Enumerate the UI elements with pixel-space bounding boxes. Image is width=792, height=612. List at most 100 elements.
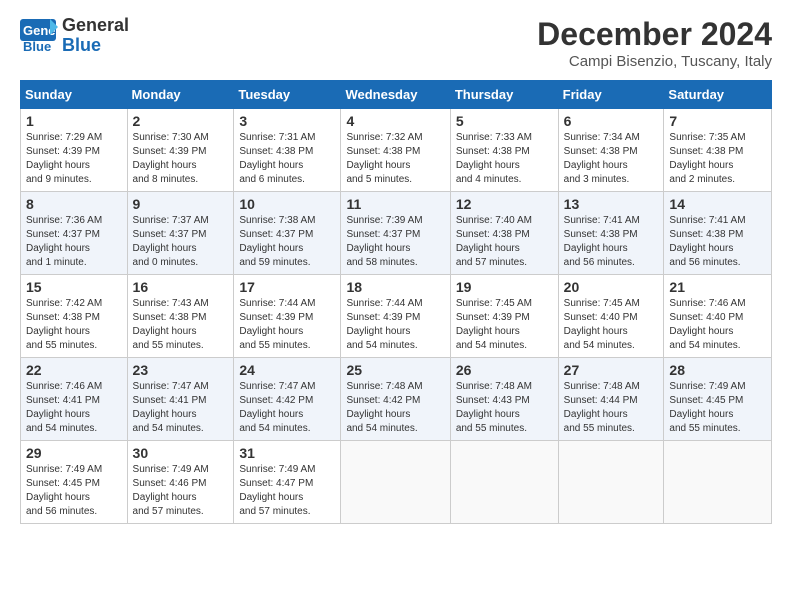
day-info: Sunrise: 7:40 AMSunset: 4:38 PMDaylight …	[456, 215, 532, 268]
calendar-cell: 12 Sunrise: 7:40 AMSunset: 4:38 PMDaylig…	[450, 192, 558, 275]
day-number: 30	[133, 445, 229, 461]
day-info: Sunrise: 7:46 AMSunset: 4:41 PMDaylight …	[26, 381, 102, 434]
calendar-cell: 4 Sunrise: 7:32 AMSunset: 4:38 PMDayligh…	[341, 109, 450, 192]
day-number: 11	[346, 196, 444, 212]
day-info: Sunrise: 7:35 AMSunset: 4:38 PMDaylight …	[669, 132, 745, 185]
day-number: 28	[669, 362, 766, 378]
calendar-cell: 18 Sunrise: 7:44 AMSunset: 4:39 PMDaylig…	[341, 275, 450, 358]
calendar-cell: 24 Sunrise: 7:47 AMSunset: 4:42 PMDaylig…	[234, 358, 341, 441]
calendar-cell: 30 Sunrise: 7:49 AMSunset: 4:46 PMDaylig…	[127, 441, 234, 524]
calendar-cell: 31 Sunrise: 7:49 AMSunset: 4:47 PMDaylig…	[234, 441, 341, 524]
day-number: 12	[456, 196, 553, 212]
calendar-week-3: 15 Sunrise: 7:42 AMSunset: 4:38 PMDaylig…	[21, 275, 772, 358]
day-info: Sunrise: 7:34 AMSunset: 4:38 PMDaylight …	[564, 132, 640, 185]
calendar-cell: 6 Sunrise: 7:34 AMSunset: 4:38 PMDayligh…	[558, 109, 664, 192]
calendar-body: 1 Sunrise: 7:29 AMSunset: 4:39 PMDayligh…	[21, 109, 772, 524]
location: Campi Bisenzio, Tuscany, Italy	[537, 53, 772, 70]
header-monday: Monday	[127, 81, 234, 109]
month-title: December 2024	[537, 16, 772, 53]
svg-text:Blue: Blue	[23, 39, 51, 53]
day-number: 16	[133, 279, 229, 295]
day-number: 19	[456, 279, 553, 295]
calendar-cell	[664, 441, 772, 524]
calendar-cell: 7 Sunrise: 7:35 AMSunset: 4:38 PMDayligh…	[664, 109, 772, 192]
day-info: Sunrise: 7:49 AMSunset: 4:46 PMDaylight …	[133, 464, 209, 517]
calendar-cell: 14 Sunrise: 7:41 AMSunset: 4:38 PMDaylig…	[664, 192, 772, 275]
day-number: 10	[239, 196, 335, 212]
day-header-row: Sunday Monday Tuesday Wednesday Thursday…	[21, 81, 772, 109]
logo: General Blue General Blue	[20, 16, 129, 56]
calendar-cell	[558, 441, 664, 524]
calendar-cell: 8 Sunrise: 7:36 AMSunset: 4:37 PMDayligh…	[21, 192, 128, 275]
day-number: 20	[564, 279, 659, 295]
day-info: Sunrise: 7:30 AMSunset: 4:39 PMDaylight …	[133, 132, 209, 185]
day-info: Sunrise: 7:45 AMSunset: 4:39 PMDaylight …	[456, 298, 532, 351]
logo-blue: Blue	[62, 36, 129, 56]
calendar-cell: 16 Sunrise: 7:43 AMSunset: 4:38 PMDaylig…	[127, 275, 234, 358]
header-tuesday: Tuesday	[234, 81, 341, 109]
header-saturday: Saturday	[664, 81, 772, 109]
calendar-cell: 13 Sunrise: 7:41 AMSunset: 4:38 PMDaylig…	[558, 192, 664, 275]
day-number: 15	[26, 279, 122, 295]
calendar-cell: 21 Sunrise: 7:46 AMSunset: 4:40 PMDaylig…	[664, 275, 772, 358]
day-info: Sunrise: 7:47 AMSunset: 4:41 PMDaylight …	[133, 381, 209, 434]
calendar-cell: 27 Sunrise: 7:48 AMSunset: 4:44 PMDaylig…	[558, 358, 664, 441]
day-info: Sunrise: 7:48 AMSunset: 4:44 PMDaylight …	[564, 381, 640, 434]
calendar-cell: 10 Sunrise: 7:38 AMSunset: 4:37 PMDaylig…	[234, 192, 341, 275]
calendar-cell: 22 Sunrise: 7:46 AMSunset: 4:41 PMDaylig…	[21, 358, 128, 441]
day-info: Sunrise: 7:39 AMSunset: 4:37 PMDaylight …	[346, 215, 422, 268]
day-number: 5	[456, 113, 553, 129]
day-number: 26	[456, 362, 553, 378]
day-info: Sunrise: 7:43 AMSunset: 4:38 PMDaylight …	[133, 298, 209, 351]
day-number: 9	[133, 196, 229, 212]
day-number: 24	[239, 362, 335, 378]
day-info: Sunrise: 7:41 AMSunset: 4:38 PMDaylight …	[669, 215, 745, 268]
calendar-week-2: 8 Sunrise: 7:36 AMSunset: 4:37 PMDayligh…	[21, 192, 772, 275]
day-info: Sunrise: 7:44 AMSunset: 4:39 PMDaylight …	[239, 298, 315, 351]
day-info: Sunrise: 7:29 AMSunset: 4:39 PMDaylight …	[26, 132, 102, 185]
calendar-cell: 15 Sunrise: 7:42 AMSunset: 4:38 PMDaylig…	[21, 275, 128, 358]
day-info: Sunrise: 7:49 AMSunset: 4:47 PMDaylight …	[239, 464, 315, 517]
day-number: 2	[133, 113, 229, 129]
day-info: Sunrise: 7:38 AMSunset: 4:37 PMDaylight …	[239, 215, 315, 268]
day-number: 27	[564, 362, 659, 378]
day-number: 21	[669, 279, 766, 295]
page-container: General Blue General Blue December 2024 …	[0, 0, 792, 534]
calendar-cell: 25 Sunrise: 7:48 AMSunset: 4:42 PMDaylig…	[341, 358, 450, 441]
day-info: Sunrise: 7:31 AMSunset: 4:38 PMDaylight …	[239, 132, 315, 185]
header: General Blue General Blue December 2024 …	[20, 16, 772, 70]
day-number: 31	[239, 445, 335, 461]
day-info: Sunrise: 7:49 AMSunset: 4:45 PMDaylight …	[669, 381, 745, 434]
day-info: Sunrise: 7:46 AMSunset: 4:40 PMDaylight …	[669, 298, 745, 351]
calendar-week-4: 22 Sunrise: 7:46 AMSunset: 4:41 PMDaylig…	[21, 358, 772, 441]
day-number: 23	[133, 362, 229, 378]
title-block: December 2024 Campi Bisenzio, Tuscany, I…	[537, 16, 772, 70]
day-info: Sunrise: 7:41 AMSunset: 4:38 PMDaylight …	[564, 215, 640, 268]
day-info: Sunrise: 7:49 AMSunset: 4:45 PMDaylight …	[26, 464, 102, 517]
logo-icon: General Blue	[20, 19, 58, 53]
day-number: 4	[346, 113, 444, 129]
calendar-cell: 19 Sunrise: 7:45 AMSunset: 4:39 PMDaylig…	[450, 275, 558, 358]
day-info: Sunrise: 7:44 AMSunset: 4:39 PMDaylight …	[346, 298, 422, 351]
day-number: 17	[239, 279, 335, 295]
calendar-cell: 26 Sunrise: 7:48 AMSunset: 4:43 PMDaylig…	[450, 358, 558, 441]
day-info: Sunrise: 7:48 AMSunset: 4:43 PMDaylight …	[456, 381, 532, 434]
day-number: 25	[346, 362, 444, 378]
header-wednesday: Wednesday	[341, 81, 450, 109]
calendar-cell: 28 Sunrise: 7:49 AMSunset: 4:45 PMDaylig…	[664, 358, 772, 441]
calendar-cell: 23 Sunrise: 7:47 AMSunset: 4:41 PMDaylig…	[127, 358, 234, 441]
day-number: 7	[669, 113, 766, 129]
day-number: 8	[26, 196, 122, 212]
header-friday: Friday	[558, 81, 664, 109]
calendar-cell	[341, 441, 450, 524]
calendar-cell: 20 Sunrise: 7:45 AMSunset: 4:40 PMDaylig…	[558, 275, 664, 358]
day-info: Sunrise: 7:32 AMSunset: 4:38 PMDaylight …	[346, 132, 422, 185]
calendar-cell: 5 Sunrise: 7:33 AMSunset: 4:38 PMDayligh…	[450, 109, 558, 192]
day-number: 14	[669, 196, 766, 212]
day-info: Sunrise: 7:37 AMSunset: 4:37 PMDaylight …	[133, 215, 209, 268]
calendar-cell: 29 Sunrise: 7:49 AMSunset: 4:45 PMDaylig…	[21, 441, 128, 524]
header-thursday: Thursday	[450, 81, 558, 109]
calendar-cell: 1 Sunrise: 7:29 AMSunset: 4:39 PMDayligh…	[21, 109, 128, 192]
day-number: 6	[564, 113, 659, 129]
day-info: Sunrise: 7:33 AMSunset: 4:38 PMDaylight …	[456, 132, 532, 185]
